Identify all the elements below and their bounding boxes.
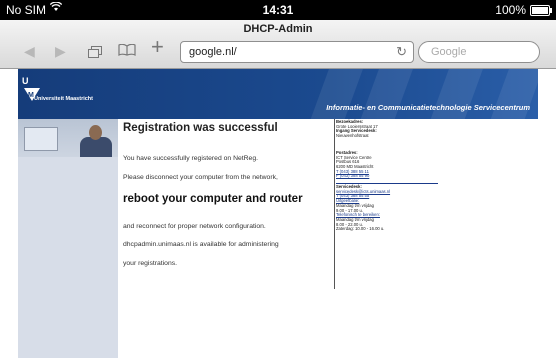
admin-info: dhcpadmin.unimaas.nl is available for ad… <box>123 241 279 248</box>
instruction-text-2: and reconnect for proper network configu… <box>123 223 266 230</box>
forward-icon[interactable]: ▶ <box>55 42 66 60</box>
column-divider <box>334 119 335 289</box>
site-header: U M Universiteit Maastricht Informatie- … <box>18 69 538 119</box>
left-column <box>18 119 118 358</box>
fax-number[interactable]: F (043) 388 55 90 <box>336 174 438 179</box>
address-bar[interactable]: google.nl/ ↻ <box>180 41 414 63</box>
add-icon[interactable]: + <box>151 36 164 58</box>
servicedesk-block: Servicedesk: servicedesk@icts.unimaas.nl… <box>336 184 438 232</box>
success-message: You have successfully registered on NetR… <box>123 155 259 162</box>
site-logo[interactable]: U M Universiteit Maastricht <box>18 69 118 119</box>
header-photo <box>18 119 118 157</box>
person-head-shape <box>89 125 102 140</box>
page-title: DHCP-Admin <box>243 23 313 35</box>
department-name: Informatie- en Communicatietechnologie S… <box>326 103 530 112</box>
search-placeholder: Google <box>431 46 467 58</box>
page-heading: Registration was successful <box>123 122 278 134</box>
battery-percentage: 100% <box>495 3 526 17</box>
battery-icon <box>530 5 552 16</box>
entrance-value: Nieuwenhofstraat <box>336 133 369 139</box>
instruction-text: Please disconnect your computer from the… <box>123 174 278 181</box>
url-text[interactable]: google.nl/ <box>189 46 237 58</box>
logo-text: Universiteit Maastricht <box>34 96 93 102</box>
reload-icon[interactable]: ↻ <box>396 44 407 60</box>
search-input[interactable]: Google <box>418 41 540 63</box>
status-bar: No SIM 14:31 100% <box>0 0 556 20</box>
tabs-icon[interactable] <box>88 45 102 58</box>
svg-text:U: U <box>22 76 29 86</box>
back-icon[interactable]: ◀ <box>24 42 35 60</box>
emphasis-text: reboot your computer and router <box>123 193 303 205</box>
contact-sidebar: Bezoekadres: Grote Looiersstraat 17 Inga… <box>336 119 438 236</box>
bookmarks-icon[interactable] <box>118 43 136 61</box>
postal-address-block: Postadres: ICT Service Centre Postbus 61… <box>336 150 438 179</box>
visit-address-block: Bezoekadres: Grote Looiersstraat 17 Inga… <box>336 119 438 139</box>
admin-info-2: your registrations. <box>123 260 178 267</box>
ipad-safari-window: No SIM 14:31 100% DHCP-Admin ◀ ▶ + googl… <box>0 0 556 358</box>
monitor-shape <box>24 127 58 151</box>
web-page: U M Universiteit Maastricht Informatie- … <box>18 69 538 358</box>
person-shape <box>80 137 112 157</box>
saturday-hours: Zaterdag: 10.00 - 16.00 u. <box>336 226 385 232</box>
clock: 14:31 <box>262 3 294 17</box>
